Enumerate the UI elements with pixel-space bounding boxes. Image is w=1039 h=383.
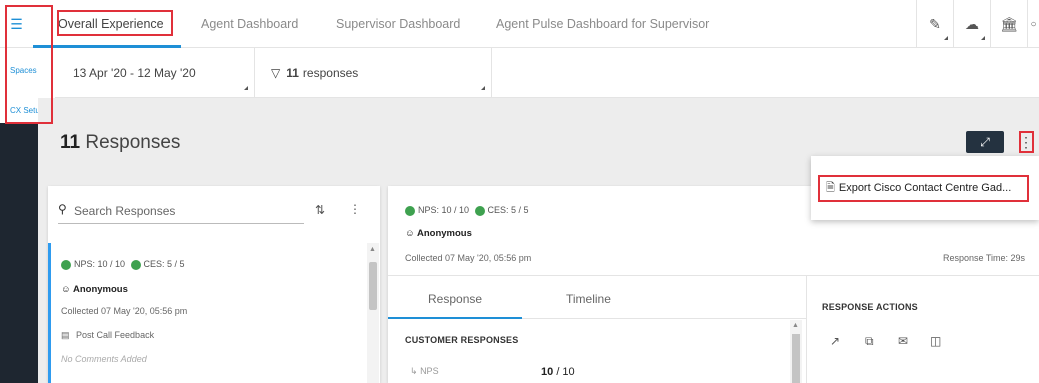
user-icon: ☺ bbox=[405, 228, 415, 239]
more-tools-button[interactable]: ○ bbox=[1027, 0, 1039, 48]
title-label: Responses bbox=[85, 132, 181, 153]
scroll-up-icon[interactable]: ▲ bbox=[369, 246, 376, 253]
toolbar-icons: ✎ ☁ 🏛 ○ bbox=[916, 0, 1039, 48]
hamburger-menu-button[interactable]: ☰ bbox=[0, 0, 33, 48]
nps-row-icon: ↳ bbox=[410, 366, 418, 376]
list-scroll-thumb[interactable] bbox=[369, 262, 377, 310]
bank-icon: 🏛 bbox=[1000, 15, 1018, 32]
title-count: 11 bbox=[60, 132, 81, 153]
page-title: 11 Responses bbox=[60, 132, 180, 154]
date-range-value: 13 Apr '20 - 12 May '20 bbox=[73, 66, 196, 80]
responses-count: 11 bbox=[286, 66, 299, 80]
filter-bar: 13 Apr '20 - 12 May '20 ▽ 11 responses bbox=[55, 48, 1039, 98]
nps-value-number: 10 bbox=[541, 366, 554, 378]
sort-icon[interactable]: ⇅ bbox=[315, 203, 325, 217]
tab-label: Supervisor Dashboard bbox=[336, 17, 461, 31]
score-line: NPS: 10 / 10 CES: 5 / 5 bbox=[61, 259, 185, 270]
search-input[interactable] bbox=[58, 198, 304, 224]
tab-response[interactable]: Response bbox=[428, 284, 482, 314]
tab-agent-dashboard[interactable]: Agent Dashboard bbox=[201, 0, 298, 48]
expand-button[interactable]: ⤢ bbox=[966, 131, 1004, 153]
more-icon: ○ bbox=[1030, 18, 1037, 30]
tab-timeline[interactable]: Timeline bbox=[566, 284, 611, 314]
cloud-button[interactable]: ☁ bbox=[953, 0, 990, 48]
survey-label: Post Call Feedback bbox=[76, 330, 155, 340]
tab-label: Overall Experience bbox=[58, 17, 164, 31]
archive-icon[interactable]: ◫ bbox=[930, 334, 941, 348]
filter-icon: ▽ bbox=[271, 66, 281, 80]
responses-filter[interactable]: ▽ 11 responses bbox=[255, 48, 492, 98]
nps-value-max: / 10 bbox=[556, 366, 575, 378]
document-icon: 🗎 bbox=[826, 181, 835, 194]
respondent-name: Anonymous bbox=[417, 228, 472, 239]
tab-agent-pulse-dashboard[interactable]: Agent Pulse Dashboard for Supervisor bbox=[496, 0, 709, 48]
ces-score: CES: 5 / 5 bbox=[487, 205, 529, 215]
ces-score: CES: 5 / 5 bbox=[143, 259, 185, 269]
nps-dot bbox=[61, 259, 71, 270]
nps-score: NPS: 10 / 10 bbox=[74, 259, 126, 269]
nps-row-value: 10 / 10 bbox=[541, 366, 575, 378]
detail-collected-date: Collected 07 May '20, 05:56 pm bbox=[405, 253, 532, 263]
tab-label: Agent Dashboard bbox=[201, 17, 299, 31]
actions-separator bbox=[806, 276, 807, 383]
date-range-filter[interactable]: 13 Apr '20 - 12 May '20 bbox=[55, 48, 255, 98]
document-icon: ▤ bbox=[61, 330, 70, 340]
edit-button[interactable]: ✎ bbox=[916, 0, 953, 48]
export-menu-item[interactable]: 🗎 Export Cisco Contact Centre Gad... bbox=[822, 177, 1028, 199]
copy-icon[interactable]: ⧉ bbox=[865, 334, 874, 349]
cloud-icon: ☁ bbox=[965, 15, 979, 32]
detail-scroll-thumb[interactable] bbox=[792, 334, 800, 383]
left-sidebar-strip bbox=[0, 123, 38, 383]
ces-dot bbox=[130, 259, 141, 270]
nav-item-spaces[interactable]: Spaces bbox=[10, 66, 37, 75]
list-item[interactable]: NPS: 10 / 10 CES: 5 / 5 ☺ Anonymous Coll… bbox=[48, 243, 368, 383]
detail-respondent: ☺ Anonymous bbox=[405, 228, 472, 239]
pencil-icon: ✎ bbox=[929, 15, 941, 32]
top-bar: ☰ Overall Experience Agent Dashboard Sup… bbox=[0, 0, 1039, 48]
tab-overall-experience[interactable]: Overall Experience bbox=[58, 0, 164, 48]
response-time: Response Time: 29s bbox=[943, 253, 1026, 263]
more-options-button[interactable]: ⋮ bbox=[1018, 131, 1034, 153]
response-actions-heading: RESPONSE ACTIONS bbox=[822, 302, 918, 312]
tab-label: Agent Pulse Dashboard for Supervisor bbox=[496, 17, 710, 31]
nps-score: NPS: 10 / 10 bbox=[418, 205, 470, 215]
collected-date: Collected 07 May '20, 05:56 pm bbox=[61, 306, 188, 316]
detail-scroll-up-icon[interactable]: ▲ bbox=[792, 322, 799, 329]
bank-button[interactable]: 🏛 bbox=[990, 0, 1027, 48]
hamburger-icon: ☰ bbox=[10, 15, 23, 32]
ces-dot bbox=[474, 205, 485, 216]
nps-dot bbox=[405, 205, 415, 216]
detail-score-line: NPS: 10 / 10 CES: 5 / 5 bbox=[405, 205, 529, 216]
user-icon: ☺ bbox=[61, 284, 71, 295]
comments-status: No Comments Added bbox=[61, 354, 147, 364]
more-vertical-icon: ⋮ bbox=[1019, 133, 1033, 150]
respondent-name: Anonymous bbox=[73, 284, 128, 295]
detail-active-tab-indicator bbox=[388, 317, 522, 319]
expand-icon: ⤢ bbox=[980, 134, 990, 149]
respondent: ☺ Anonymous bbox=[61, 284, 128, 295]
responses-label: responses bbox=[302, 66, 359, 80]
detail-separator bbox=[388, 275, 1039, 276]
list-more-icon[interactable]: ⋮ bbox=[349, 202, 361, 216]
mail-icon[interactable]: ✉ bbox=[898, 334, 908, 348]
nps-row-label: ↳ NPS bbox=[410, 366, 439, 376]
share-icon[interactable]: ↗ bbox=[830, 334, 840, 348]
survey-name: ▤ Post Call Feedback bbox=[61, 330, 154, 341]
tab-supervisor-dashboard[interactable]: Supervisor Dashboard bbox=[336, 0, 460, 48]
customer-responses-heading: CUSTOMER RESPONSES bbox=[405, 335, 519, 345]
export-label: Export Cisco Contact Centre Gad... bbox=[838, 182, 1012, 194]
